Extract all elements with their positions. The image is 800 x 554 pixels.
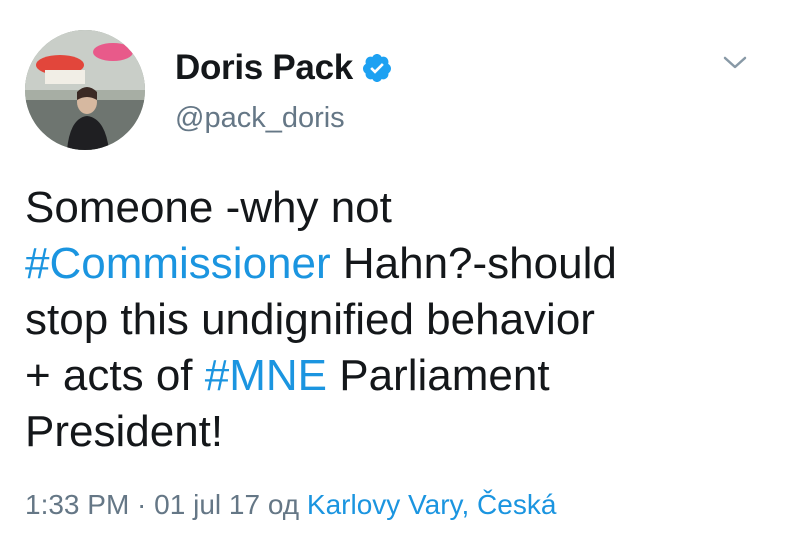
tweet-text-segment: Hahn?-should — [330, 239, 617, 288]
tweet-text: Someone -why not #Commissioner Hahn?-sho… — [25, 180, 765, 460]
tweet-text-segment: President! — [25, 407, 224, 456]
tweet-line: President! — [25, 404, 765, 460]
tweet-date[interactable]: 01 jul 17 — [154, 489, 260, 520]
username-handle[interactable]: @pack_doris — [175, 100, 345, 136]
chevron-down-icon[interactable] — [720, 48, 750, 78]
tweet-line: stop this undignified behavior — [25, 292, 765, 348]
display-name[interactable]: Doris Pack — [175, 48, 353, 88]
tweet-line: Someone -why not — [25, 180, 765, 236]
verified-badge-icon — [361, 52, 393, 84]
tweet-text-segment: stop this undignified behavior — [25, 295, 595, 344]
tweet-line: + acts of #MNE Parliament — [25, 348, 765, 404]
top-edge-fragment — [267, 0, 273, 2]
tweet-metadata: 1:33 PM · 01 jul 17 од Karlovy Vary, Čes… — [25, 488, 556, 522]
hashtag-link[interactable]: #Commissioner — [25, 239, 331, 288]
location-link[interactable]: Karlovy Vary, Česká — [307, 489, 556, 520]
tweet-text-segment: + acts of — [25, 351, 205, 400]
hashtag-link[interactable]: #MNE — [205, 351, 327, 400]
source-prefix: од — [260, 489, 307, 520]
avatar[interactable] — [25, 30, 145, 150]
author-name-row[interactable]: Doris Pack — [175, 48, 393, 88]
meta-separator: · — [129, 489, 155, 520]
tweet-time[interactable]: 1:33 PM — [25, 489, 129, 520]
profile-photo — [25, 30, 145, 150]
tweet-line: #Commissioner Hahn?-should — [25, 236, 765, 292]
tweet-text-segment: Someone -why not — [25, 183, 392, 232]
tweet-text-segment: Parliament — [327, 351, 550, 400]
